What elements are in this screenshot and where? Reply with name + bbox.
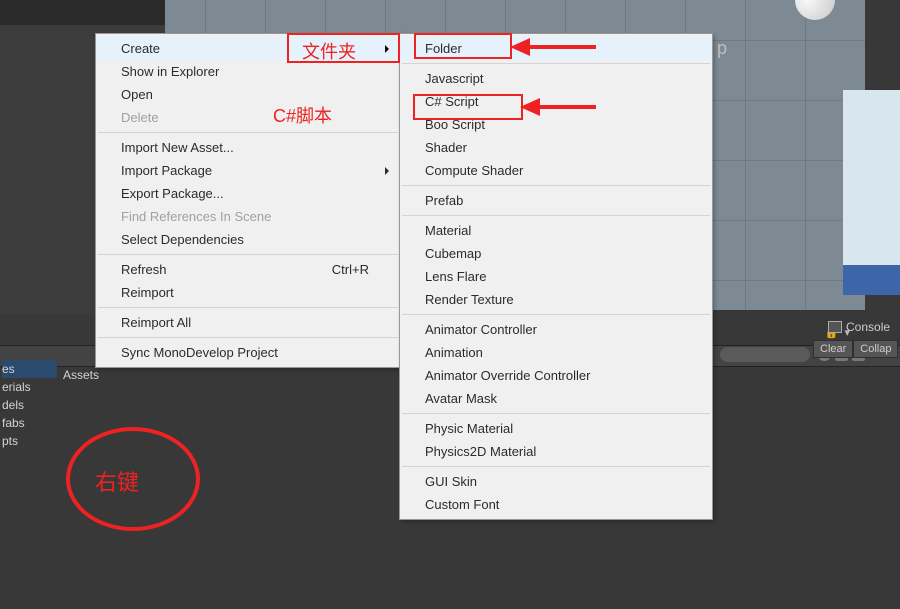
submenu-item-cubemap[interactable]: Cubemap [401,242,711,265]
submenu-item-animation[interactable]: Animation [401,341,711,364]
menu-item-label: Physics2D Material [425,444,536,459]
submenu-item-boo-script[interactable]: Boo Script [401,113,711,136]
menu-item-import-new-asset[interactable]: Import New Asset... [97,136,399,159]
submenu-arrow-icon [385,45,389,53]
folder-item[interactable]: pts [2,432,57,450]
menu-item-label: Delete [121,110,159,125]
scene-topbar [0,0,165,25]
menu-separator [98,254,398,255]
submenu-item-animator-override[interactable]: Animator Override Controller [401,364,711,387]
menu-item-label: Animator Override Controller [425,368,590,383]
menu-item-label: Show in Explorer [121,64,219,79]
menu-item-label: Physic Material [425,421,513,436]
submenu-item-shader[interactable]: Shader [401,136,711,159]
menu-separator [402,63,710,64]
menu-separator [402,314,710,315]
submenu-arrow-icon [385,167,389,175]
menu-item-label: Prefab [425,193,463,208]
submenu-item-lens-flare[interactable]: Lens Flare [401,265,711,288]
create-submenu[interactable]: Folder Javascript C# Script Boo Script S… [399,33,713,520]
submenu-item-render-texture[interactable]: Render Texture [401,288,711,311]
app-root: p 🔒 ▾ es erials dels fabs pts Assets Con… [0,0,900,609]
assets-breadcrumb[interactable]: Assets [63,368,99,382]
menu-item-sync-monodevelop[interactable]: Sync MonoDevelop Project [97,341,399,364]
menu-item-open[interactable]: Open [97,83,399,106]
menu-item-label: Import New Asset... [121,140,234,155]
menu-item-label: C# Script [425,94,478,109]
menu-item-select-dependencies[interactable]: Select Dependencies [97,228,399,251]
submenu-item-material[interactable]: Material [401,219,711,242]
menu-item-delete: Delete [97,106,399,129]
menu-item-reimport[interactable]: Reimport [97,281,399,304]
folder-item[interactable]: fabs [2,414,57,432]
console-clear-button[interactable]: Clear [813,340,853,358]
menu-item-label: Shader [425,140,467,155]
menu-item-label: Avatar Mask [425,391,497,406]
menu-item-label: Compute Shader [425,163,523,178]
submenu-item-compute-shader[interactable]: Compute Shader [401,159,711,182]
menu-item-refresh[interactable]: Refresh Ctrl+R [97,258,399,281]
submenu-item-custom-font[interactable]: Custom Font [401,493,711,516]
context-menu[interactable]: Create Show in Explorer Open Delete Impo… [95,33,401,368]
submenu-item-animator-controller[interactable]: Animator Controller [401,318,711,341]
menu-item-reimport-all[interactable]: Reimport All [97,311,399,334]
menu-item-label: GUI Skin [425,474,477,489]
menu-separator [402,466,710,467]
submenu-item-avatar-mask[interactable]: Avatar Mask [401,387,711,410]
submenu-item-gui-skin[interactable]: GUI Skin [401,470,711,493]
submenu-item-physic-material[interactable]: Physic Material [401,417,711,440]
menu-item-label: Animator Controller [425,322,537,337]
menu-item-label: Folder [425,41,462,56]
submenu-item-folder[interactable]: Folder [401,37,711,60]
menu-item-create[interactable]: Create [97,37,399,60]
project-search-input[interactable] [720,347,810,362]
console-collapse-button[interactable]: Collap [853,340,898,358]
menu-item-label: Cubemap [425,246,481,261]
menu-item-label: Find References In Scene [121,209,271,224]
menu-separator [98,307,398,308]
menu-item-label: Material [425,223,471,238]
folder-item[interactable]: es [2,360,57,378]
submenu-item-csharp-script[interactable]: C# Script [401,90,711,113]
submenu-item-physics2d-material[interactable]: Physics2D Material [401,440,711,463]
console-buttons: Clear Collap [813,340,898,358]
overlay-letter: p [717,38,727,59]
menu-shortcut: Ctrl+R [332,262,369,277]
console-icon [828,321,842,333]
scene-object[interactable] [795,0,835,20]
folder-item[interactable]: dels [2,396,57,414]
menu-separator [98,132,398,133]
menu-separator [402,215,710,216]
menu-item-label: Refresh [121,262,167,277]
menu-item-label: Reimport All [121,315,191,330]
menu-separator [402,185,710,186]
menu-item-export-package[interactable]: Export Package... [97,182,399,205]
menu-item-label: Javascript [425,71,484,86]
menu-item-label: Reimport [121,285,174,300]
menu-item-label: Create [121,41,160,56]
project-folder-list[interactable]: es erials dels fabs pts [0,360,57,450]
menu-item-find-references: Find References In Scene [97,205,399,228]
menu-item-label: Sync MonoDevelop Project [121,345,278,360]
menu-item-import-package[interactable]: Import Package [97,159,399,182]
submenu-item-javascript[interactable]: Javascript [401,67,711,90]
menu-separator [98,337,398,338]
menu-item-label: Custom Font [425,497,499,512]
preview-pane-top [843,90,900,290]
submenu-item-prefab[interactable]: Prefab [401,189,711,212]
menu-item-label: Animation [425,345,483,360]
menu-item-label: Import Package [121,163,212,178]
menu-item-label: Render Texture [425,292,514,307]
folder-item[interactable]: erials [2,378,57,396]
preview-pane-bottom [843,265,900,295]
menu-item-label: Open [121,87,153,102]
menu-item-label: Boo Script [425,117,485,132]
console-tab-label: Console [846,320,890,334]
menu-separator [402,413,710,414]
menu-item-label: Select Dependencies [121,232,244,247]
menu-item-label: Lens Flare [425,269,486,284]
menu-item-label: Export Package... [121,186,224,201]
menu-item-show-in-explorer[interactable]: Show in Explorer [97,60,399,83]
console-tab[interactable]: Console [828,320,890,334]
